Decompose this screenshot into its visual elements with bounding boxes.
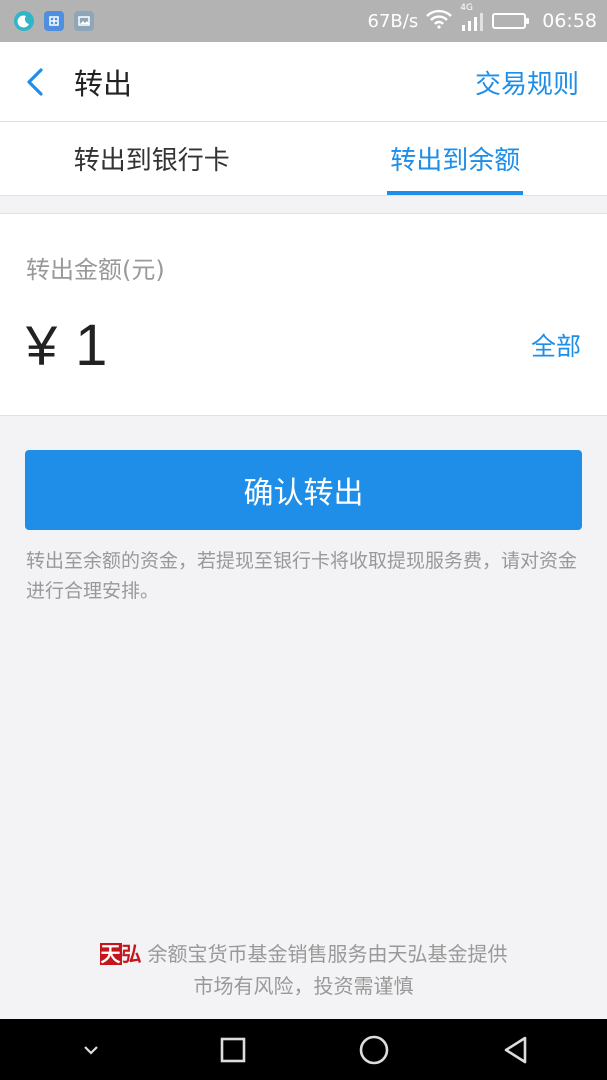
square-icon (220, 1037, 245, 1062)
clock: 06:58 (542, 10, 597, 32)
logo-text-a: 天 (99, 942, 122, 966)
network-type: 4G (460, 3, 473, 13)
tab-label: 转出到余额 (390, 146, 521, 176)
footer-line-1: 天弘 余额宝货币基金销售服务由天弘基金提供 (0, 938, 607, 970)
nav-collapse-button[interactable] (61, 1019, 121, 1080)
gallery-icon (74, 11, 94, 31)
fund-service-text: 余额宝货币基金销售服务由天弘基金提供 (147, 942, 508, 966)
footer-info: 天弘 余额宝货币基金销售服务由天弘基金提供 市场有风险，投资需谨慎 (0, 938, 607, 1002)
amount-card: 转出金额(元) ¥ 1 全部 (0, 213, 607, 416)
net-speed: 67B/s (367, 10, 419, 32)
active-tab-indicator (387, 191, 524, 195)
app-notification-icon (44, 11, 64, 31)
logo-text-b: 弘 (121, 942, 142, 966)
circle-icon (360, 1035, 389, 1064)
chevron-down-icon (84, 1045, 98, 1055)
all-amount-button[interactable]: 全部 (531, 327, 581, 363)
transfer-tabs: 转出到银行卡 转出到余额 (0, 122, 607, 196)
notice-text: 转出至余额的资金，若提现至银行卡将收取提现服务费，请对资金进行合理安排。 (26, 550, 578, 602)
page-title: 转出 (74, 66, 133, 101)
tianhong-logo-icon: 天弘 (99, 938, 142, 970)
triangle-back-icon (504, 1036, 527, 1063)
signal-icon: 4G (460, 3, 484, 31)
moon-icon (14, 11, 34, 31)
risk-warning-text: 市场有风险，投资需谨慎 (193, 974, 414, 998)
header: 转出 交易规则 (0, 42, 607, 122)
nav-recent-apps-button[interactable] (203, 1019, 263, 1080)
trading-rules-link[interactable]: 交易规则 (475, 42, 579, 122)
tab-to-bank-card[interactable]: 转出到银行卡 (0, 122, 304, 195)
status-right: 67B/s 4G 06:58 (367, 3, 597, 34)
battery-icon (492, 13, 530, 29)
chevron-left-icon (27, 67, 43, 96)
wifi-icon (426, 9, 453, 34)
tab-label: 转出到银行卡 (73, 146, 230, 176)
status-bar: 67B/s 4G 06:58 (0, 0, 607, 42)
nav-back-button[interactable] (486, 1019, 546, 1080)
status-left (14, 11, 94, 31)
tab-to-balance[interactable]: 转出到余额 (304, 122, 607, 195)
navigation-bar (0, 1019, 607, 1080)
amount-input[interactable]: 1 (75, 312, 107, 379)
amount-row: ¥ 1 全部 (26, 310, 581, 380)
back-button[interactable] (0, 42, 70, 122)
amount-label: 转出金额(元) (26, 256, 165, 284)
confirm-transfer-button[interactable]: 确认转出 (25, 450, 582, 530)
currency-symbol: ¥ (26, 313, 58, 377)
nav-home-button[interactable] (344, 1019, 404, 1080)
